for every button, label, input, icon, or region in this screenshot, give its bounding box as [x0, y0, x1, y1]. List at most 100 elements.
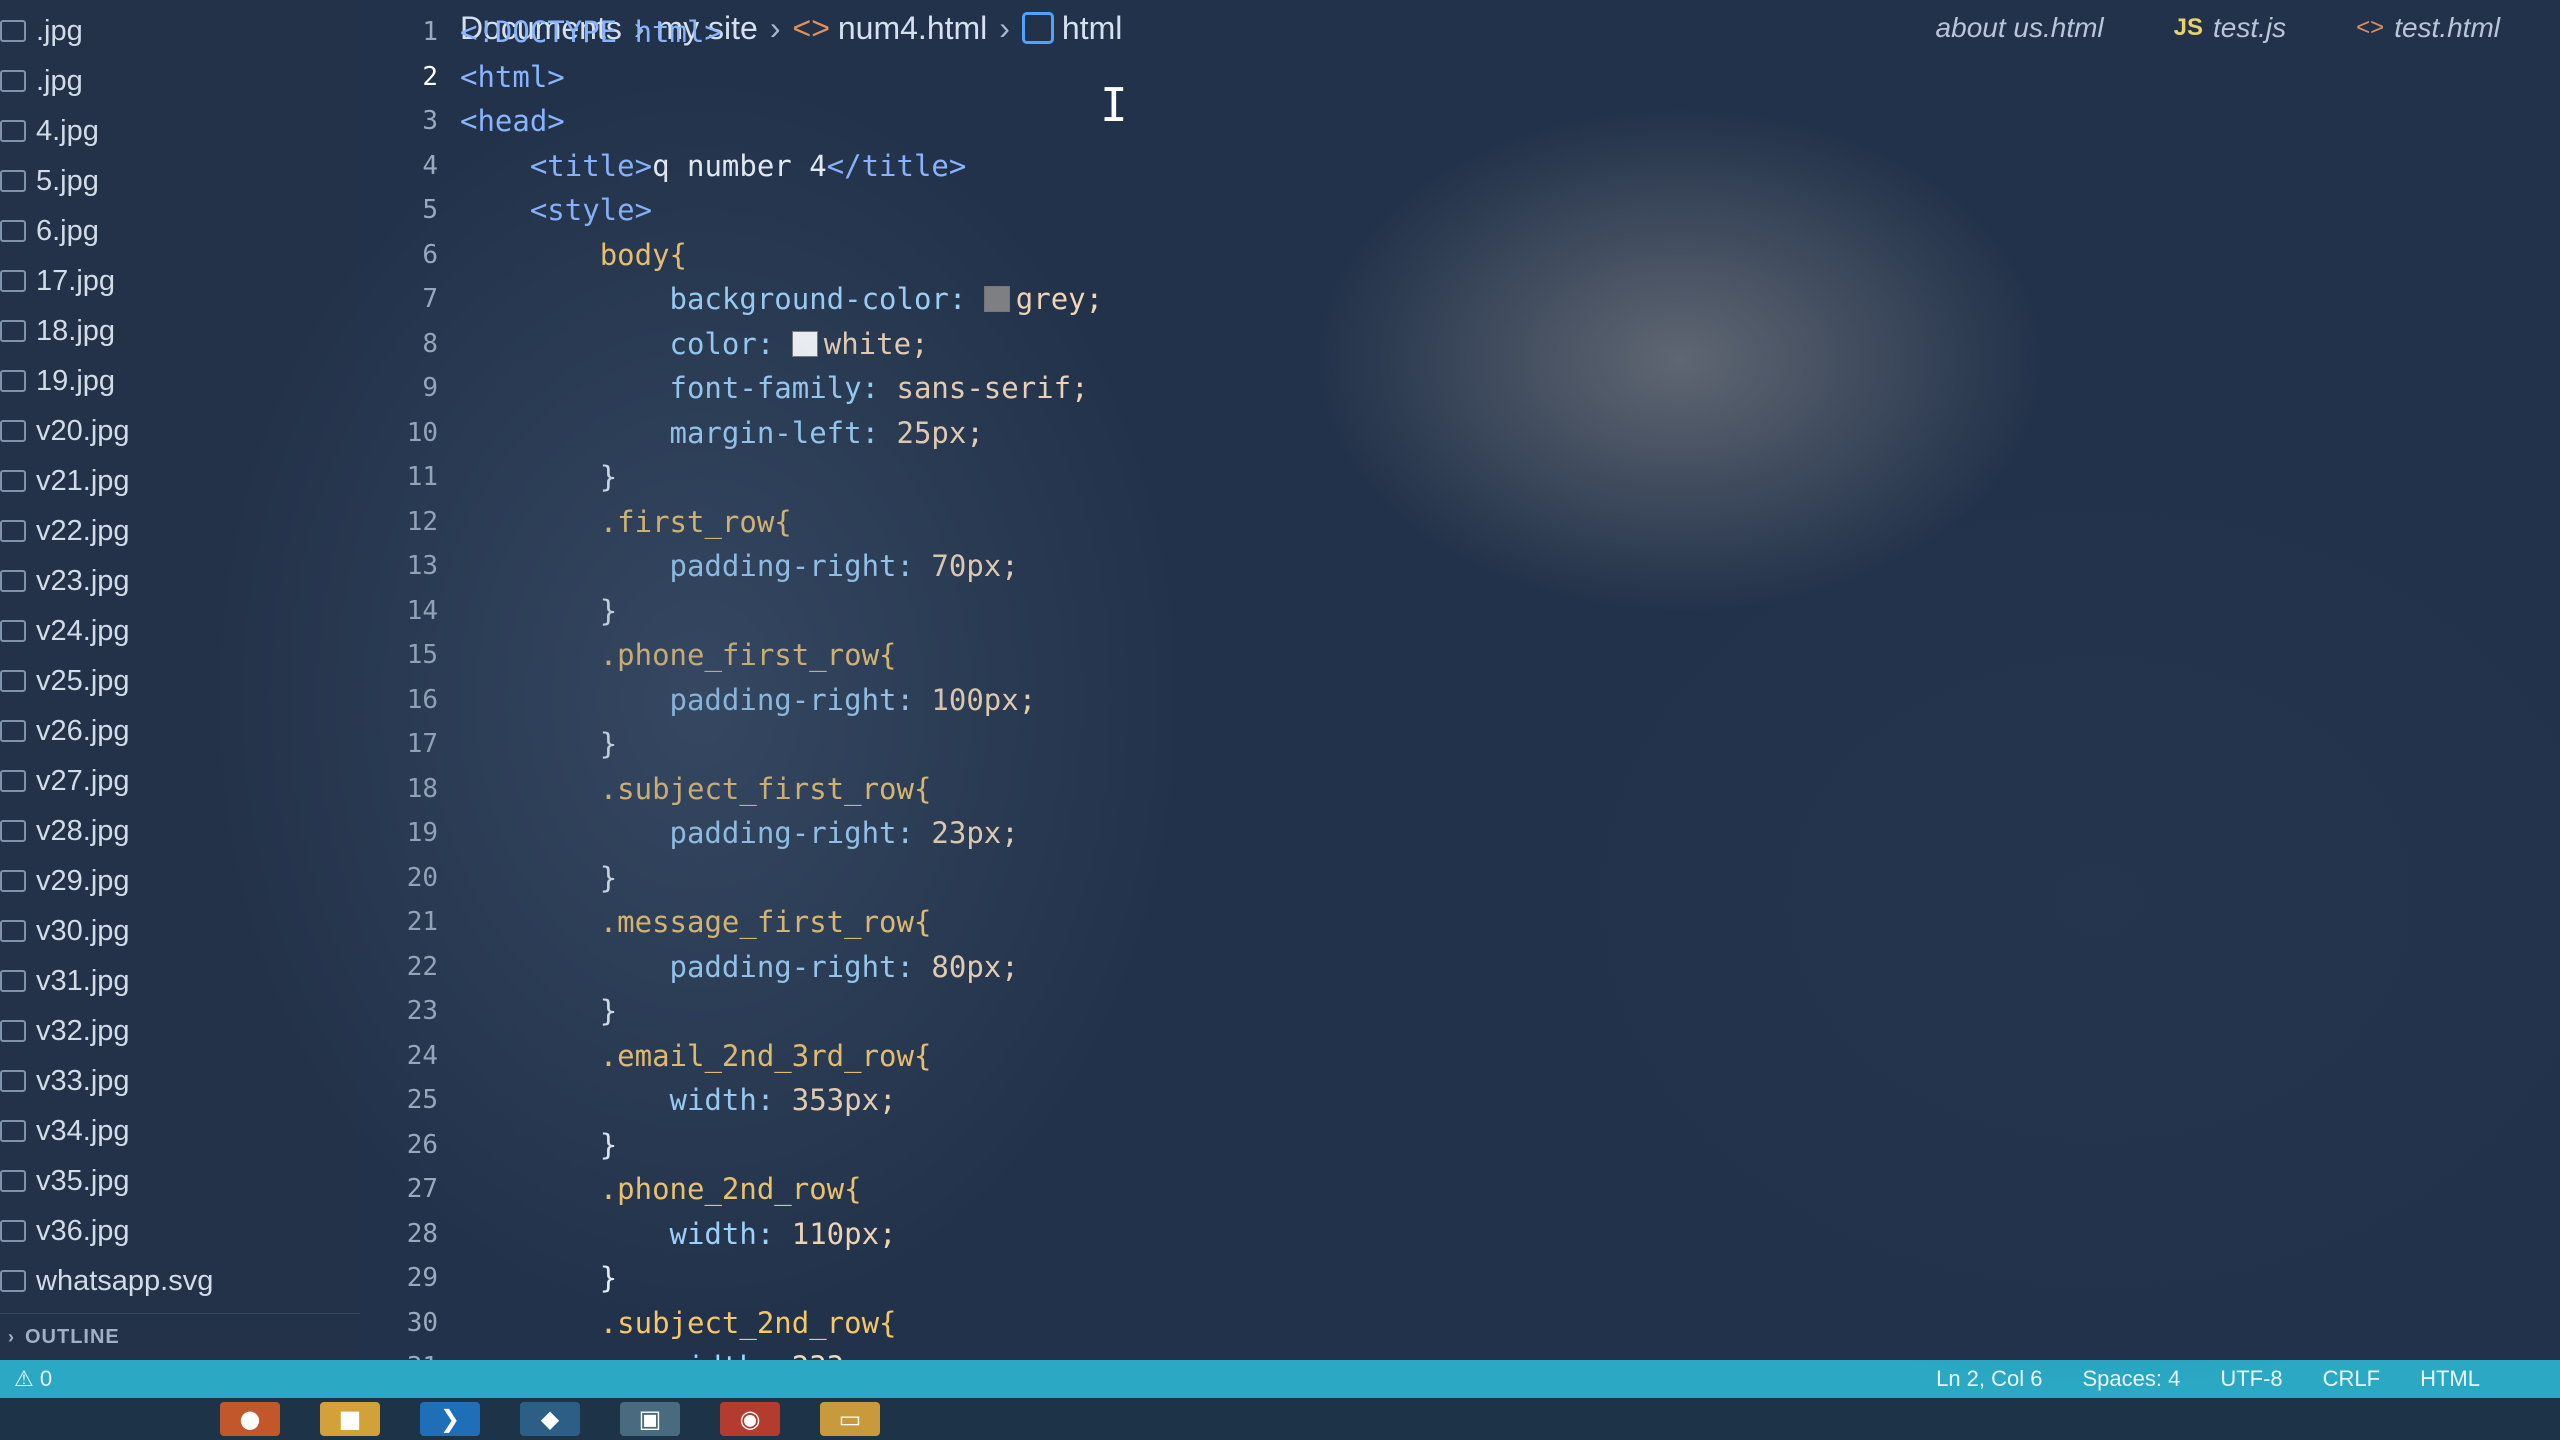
code-line[interactable]: width: 110px; — [460, 1212, 2260, 1257]
code-line[interactable]: font-family: sans-serif; — [460, 366, 2260, 411]
code-line[interactable]: <title>q number 4</title> — [460, 144, 2260, 189]
code-line[interactable]: } — [460, 455, 2260, 500]
code-line[interactable]: <!DOCTYPE html> — [460, 10, 2260, 55]
code-line[interactable]: .first_row{ — [460, 500, 2260, 545]
cursor-position[interactable]: Ln 2, Col 6 — [1936, 1366, 2042, 1392]
firefox-icon[interactable]: ● — [220, 1402, 280, 1436]
code-line[interactable]: padding-right: 70px; — [460, 544, 2260, 589]
code-line[interactable]: .subject_first_row{ — [460, 767, 2260, 812]
code-token: <head> — [460, 104, 565, 138]
file-item[interactable]: v25.jpg — [0, 656, 360, 706]
code-line[interactable]: } — [460, 1256, 2260, 1301]
file-item[interactable]: v33.jpg — [0, 1056, 360, 1106]
code-line[interactable]: .subject_2nd_row{ — [460, 1301, 2260, 1346]
file-item[interactable]: .jpg — [0, 56, 360, 106]
code-line[interactable]: width: 353px; — [460, 1078, 2260, 1123]
code-line[interactable]: padding-right: 80px; — [460, 945, 2260, 990]
file-item[interactable]: whatsapp.svg — [0, 1256, 360, 1306]
line-number: 8 — [422, 328, 438, 359]
file-item[interactable]: v36.jpg — [0, 1206, 360, 1256]
code-editor[interactable]: Documents › my site › <> num4.html › htm… — [360, 0, 2560, 1429]
line-number: 26 — [406, 1129, 438, 1160]
file-item[interactable]: .jpg — [0, 6, 360, 56]
code-line[interactable]: .message_first_row{ — [460, 900, 2260, 945]
code-line[interactable]: } — [460, 589, 2260, 634]
file-item[interactable]: v20.jpg — [0, 406, 360, 456]
chrome-icon[interactable]: ◉ — [720, 1402, 780, 1436]
language-mode[interactable]: HTML — [2420, 1366, 2480, 1392]
line-number: 25 — [406, 1085, 438, 1115]
vscode-icon[interactable]: ❯ — [420, 1402, 480, 1436]
file-item[interactable]: v23.jpg — [0, 556, 360, 606]
folder-icon[interactable]: ▭ — [820, 1402, 880, 1436]
file-item[interactable]: 6.jpg — [0, 206, 360, 256]
file-item[interactable]: 17.jpg — [0, 256, 360, 306]
image-file-icon — [0, 1020, 26, 1042]
code-line[interactable]: } — [460, 856, 2260, 901]
code-token: 23px; — [931, 816, 1019, 850]
file-item[interactable]: 18.jpg — [0, 306, 360, 356]
network-icon[interactable]: ◆ — [520, 1402, 580, 1436]
code-line[interactable]: padding-right: 100px; — [460, 678, 2260, 723]
code-line[interactable]: background-color: grey; — [460, 277, 2260, 322]
line-numbers: 1 2 3 4 5 6 7 8 9 10 11 12 13 14 15 16 1… — [360, 10, 460, 1434]
file-item[interactable]: v22.jpg — [0, 506, 360, 556]
code-token: padding-right: — [669, 682, 932, 717]
problems-indicator[interactable]: ⚠ 0 — [0, 1366, 52, 1392]
encoding[interactable]: UTF-8 — [2220, 1366, 2282, 1392]
file-item[interactable]: v27.jpg — [0, 756, 360, 806]
file-item[interactable]: v29.jpg — [0, 856, 360, 906]
files-icon[interactable]: ■ — [320, 1402, 380, 1436]
code-line[interactable]: .email_2nd_3rd_row{ — [460, 1034, 2260, 1079]
file-item[interactable]: v26.jpg — [0, 706, 360, 756]
outline-section[interactable]: › OUTLINE — [0, 1313, 360, 1360]
file-name: v36.jpg — [36, 1214, 130, 1247]
code-line[interactable]: <style> — [460, 188, 2260, 233]
code-token: padding-right: — [669, 949, 932, 984]
code-line[interactable]: <head> — [460, 99, 2260, 144]
code-line[interactable]: color: white; — [460, 322, 2260, 367]
code-line[interactable]: body{ — [460, 233, 2260, 278]
code-line[interactable]: margin-left: 25px; — [460, 411, 2260, 456]
file-item[interactable]: v30.jpg — [0, 906, 360, 956]
file-name: 19.jpg — [36, 364, 116, 397]
code-token: padding-right: — [669, 816, 932, 850]
file-name: v23.jpg — [36, 564, 130, 597]
code-line[interactable]: } — [460, 722, 2260, 767]
tab-test-html[interactable]: <> test.html — [2356, 12, 2500, 44]
file-name: 4.jpg — [36, 114, 99, 147]
image-file-icon — [0, 770, 26, 792]
code-token: .subject_2nd_row{ — [599, 1305, 897, 1340]
line-ending[interactable]: CRLF — [2323, 1366, 2380, 1392]
code-token: } — [599, 1261, 618, 1295]
code-line[interactable]: <html> — [460, 55, 2260, 100]
file-name: whatsapp.svg — [36, 1264, 214, 1297]
html-file-icon: <> — [2356, 14, 2385, 41]
code-line[interactable]: } — [460, 1123, 2260, 1168]
code-line[interactable]: .phone_2nd_row{ — [460, 1167, 2260, 1212]
code-token: } — [599, 860, 618, 895]
box-icon[interactable]: ▣ — [620, 1402, 680, 1436]
image-file-icon — [0, 320, 26, 342]
color-swatch[interactable] — [983, 286, 1010, 312]
file-item[interactable]: 4.jpg — [0, 106, 360, 156]
code-line[interactable]: padding-right: 23px; — [460, 811, 2260, 856]
file-item[interactable]: 5.jpg — [0, 156, 360, 206]
code-lines[interactable]: <!DOCTYPE html> <html> <head> <title>q n… — [460, 10, 2260, 1434]
code-line[interactable]: .phone_first_row{ — [460, 633, 2260, 678]
file-item[interactable]: v34.jpg — [0, 1106, 360, 1156]
file-item[interactable]: v31.jpg — [0, 956, 360, 1006]
line-number: 13 — [406, 551, 438, 581]
file-item[interactable]: 19.jpg — [0, 356, 360, 406]
code-token: .first_row{ — [599, 504, 792, 539]
image-file-icon — [0, 70, 26, 92]
file-item[interactable]: v24.jpg — [0, 606, 360, 656]
file-item[interactable]: v21.jpg — [0, 456, 360, 506]
code-line[interactable]: } — [460, 989, 2260, 1034]
code-token: 70px; — [931, 549, 1019, 583]
file-item[interactable]: v35.jpg — [0, 1156, 360, 1206]
indentation[interactable]: Spaces: 4 — [2082, 1366, 2180, 1392]
file-item[interactable]: v28.jpg — [0, 806, 360, 856]
file-item[interactable]: v32.jpg — [0, 1006, 360, 1056]
color-swatch[interactable] — [791, 330, 818, 357]
